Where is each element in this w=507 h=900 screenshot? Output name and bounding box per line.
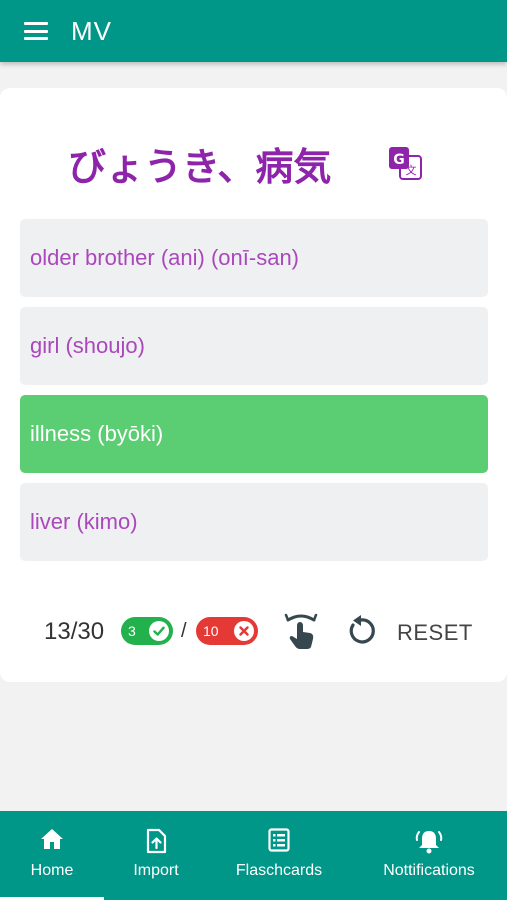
wrong-count: 10 bbox=[203, 623, 219, 639]
file-import-icon bbox=[146, 828, 167, 854]
check-circle-icon bbox=[149, 621, 169, 641]
svg-text:文: 文 bbox=[406, 163, 417, 177]
home-icon bbox=[41, 829, 63, 849]
nav-item-home[interactable]: Home bbox=[0, 811, 104, 900]
correct-count-badge: 3 bbox=[121, 617, 173, 645]
nav-item-import[interactable]: Import bbox=[104, 811, 208, 900]
app-title: MV bbox=[71, 15, 112, 46]
answer-option-label: illness (byōki) bbox=[30, 421, 164, 446]
close-circle-icon bbox=[234, 621, 254, 641]
answer-option-label: older brother (ani) (onī-san) bbox=[30, 245, 300, 270]
reset-icon[interactable] bbox=[345, 615, 377, 647]
correct-count: 3 bbox=[128, 623, 136, 639]
answer-option-4[interactable]: liver (kimo) bbox=[20, 483, 488, 561]
reset-button[interactable]: RESET bbox=[397, 620, 473, 646]
hamburger-menu-icon[interactable] bbox=[24, 22, 48, 40]
nav-label: Import bbox=[133, 862, 179, 879]
nav-label: Home bbox=[30, 862, 74, 879]
count-separator: / bbox=[181, 620, 187, 642]
nav-item-flashcards[interactable]: Flaschcards bbox=[222, 811, 336, 900]
question-text: びょうき、病気 bbox=[68, 145, 332, 189]
nav-item-notifications[interactable]: Nottifications bbox=[366, 811, 492, 900]
answer-option-label: liver (kimo) bbox=[30, 509, 138, 534]
bottom-navigation: Home Import Flaschcards Nottifications bbox=[0, 811, 507, 900]
answer-option-label: girl (shoujo) bbox=[30, 333, 145, 358]
bell-icon bbox=[415, 831, 443, 854]
svg-text:G: G bbox=[393, 152, 405, 168]
progress-counter: 13/30 bbox=[44, 618, 105, 645]
swipe-touch-icon[interactable] bbox=[284, 612, 318, 650]
wrong-count-badge: 10 bbox=[196, 617, 258, 645]
answer-option-2[interactable]: girl (shoujo) bbox=[20, 307, 488, 385]
nav-label: Flaschcards bbox=[235, 862, 323, 879]
answer-option-3-correct[interactable]: illness (byōki) bbox=[20, 395, 488, 473]
answer-option-1[interactable]: older brother (ani) (onī-san) bbox=[20, 219, 488, 297]
stats-row: 13/30 3 / 10 RESET bbox=[0, 612, 507, 652]
google-translate-icon[interactable]: G 文 bbox=[388, 146, 422, 180]
list-card-icon bbox=[268, 828, 290, 852]
nav-label: Nottifications bbox=[383, 862, 475, 879]
app-bar: MV bbox=[0, 0, 507, 62]
